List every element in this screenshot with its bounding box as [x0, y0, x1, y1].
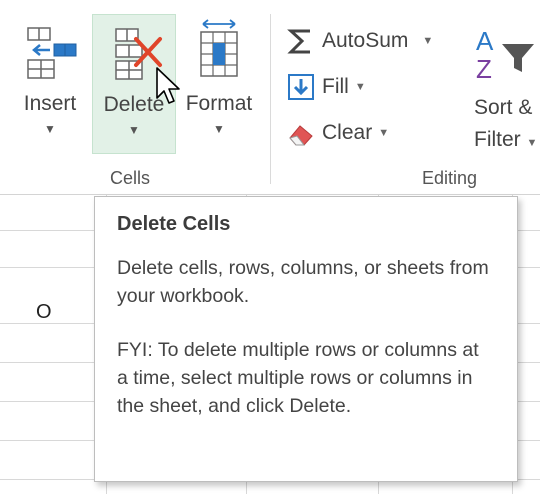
sort-filter-label-line1: Sort &: [474, 96, 533, 119]
fill-down-icon: [286, 72, 316, 102]
cell-value[interactable]: O: [36, 301, 52, 324]
format-button[interactable]: Format ▼: [178, 14, 260, 154]
autosum-label: AutoSum: [322, 29, 409, 52]
format-dropdown-icon[interactable]: ▼: [213, 122, 225, 136]
format-label: Format: [185, 92, 253, 115]
insert-cells-icon: [20, 18, 80, 80]
clear-button[interactable]: Clear ▼: [286, 116, 389, 150]
insert-button[interactable]: Insert ▼: [10, 14, 90, 154]
mouse-pointer-icon: [155, 66, 185, 108]
fill-button[interactable]: Fill ▼: [286, 70, 366, 104]
group-divider: [270, 14, 271, 184]
fill-label: Fill: [322, 75, 349, 98]
tooltip-description: Delete cells, rows, columns, or sheets f…: [117, 257, 489, 307]
editing-group-label: Editing: [422, 168, 478, 188]
sigma-icon: [286, 26, 316, 56]
delete-cells-tooltip: Delete Cells Delete cells, rows, columns…: [94, 196, 518, 482]
clear-label: Clear: [322, 121, 373, 144]
svg-text:A: A: [476, 26, 494, 56]
insert-dropdown-icon[interactable]: ▼: [44, 122, 56, 136]
insert-label: Insert: [23, 92, 77, 115]
delete-dropdown-icon[interactable]: ▼: [128, 123, 140, 137]
ribbon-home: Insert ▼ Delete ▼ Format ▼ Cells AutoSum…: [0, 0, 540, 195]
cells-group-label: Cells: [110, 168, 151, 188]
tooltip-fyi: FYI: To delete multiple rows or columns …: [117, 339, 479, 417]
clear-dropdown-icon[interactable]: ▼: [378, 127, 389, 139]
fill-dropdown-icon[interactable]: ▼: [355, 81, 366, 93]
tooltip-title: Delete Cells: [117, 213, 231, 235]
sort-filter-button[interactable]: A Z Sort & Filter ▼: [470, 14, 540, 164]
eraser-icon: [286, 118, 316, 148]
autosum-dropdown-icon[interactable]: ▼: [422, 35, 433, 47]
sort-filter-icon: A Z: [472, 22, 540, 87]
format-cells-icon: [189, 18, 249, 80]
sort-filter-label-line2: Filter ▼: [474, 128, 538, 151]
autosum-button[interactable]: AutoSum ▼: [286, 24, 433, 58]
svg-text:Z: Z: [476, 54, 492, 82]
